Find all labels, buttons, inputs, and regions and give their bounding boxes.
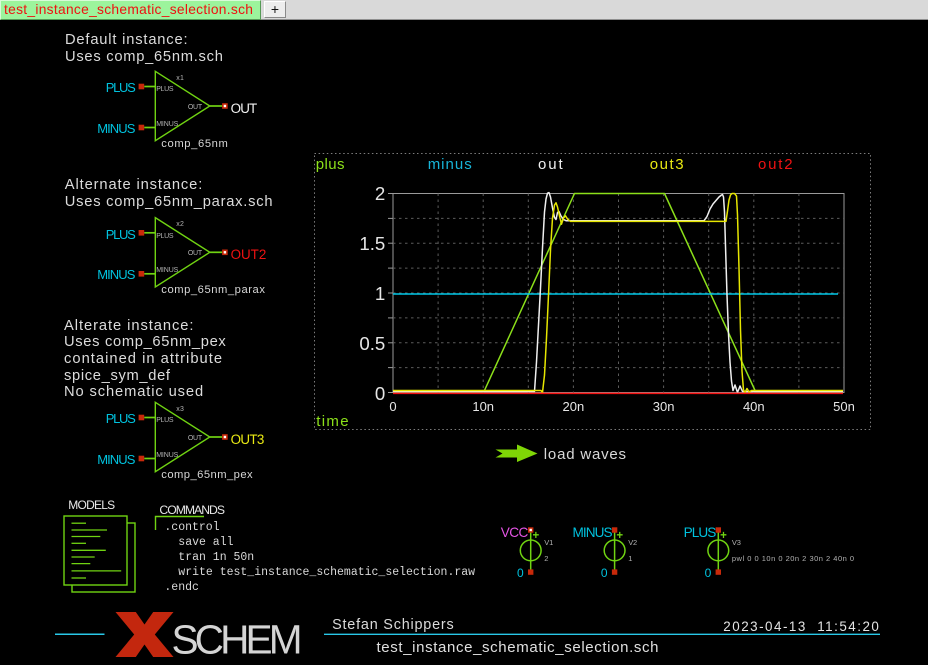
- svg-text:SCHEM: SCHEM: [172, 616, 303, 662]
